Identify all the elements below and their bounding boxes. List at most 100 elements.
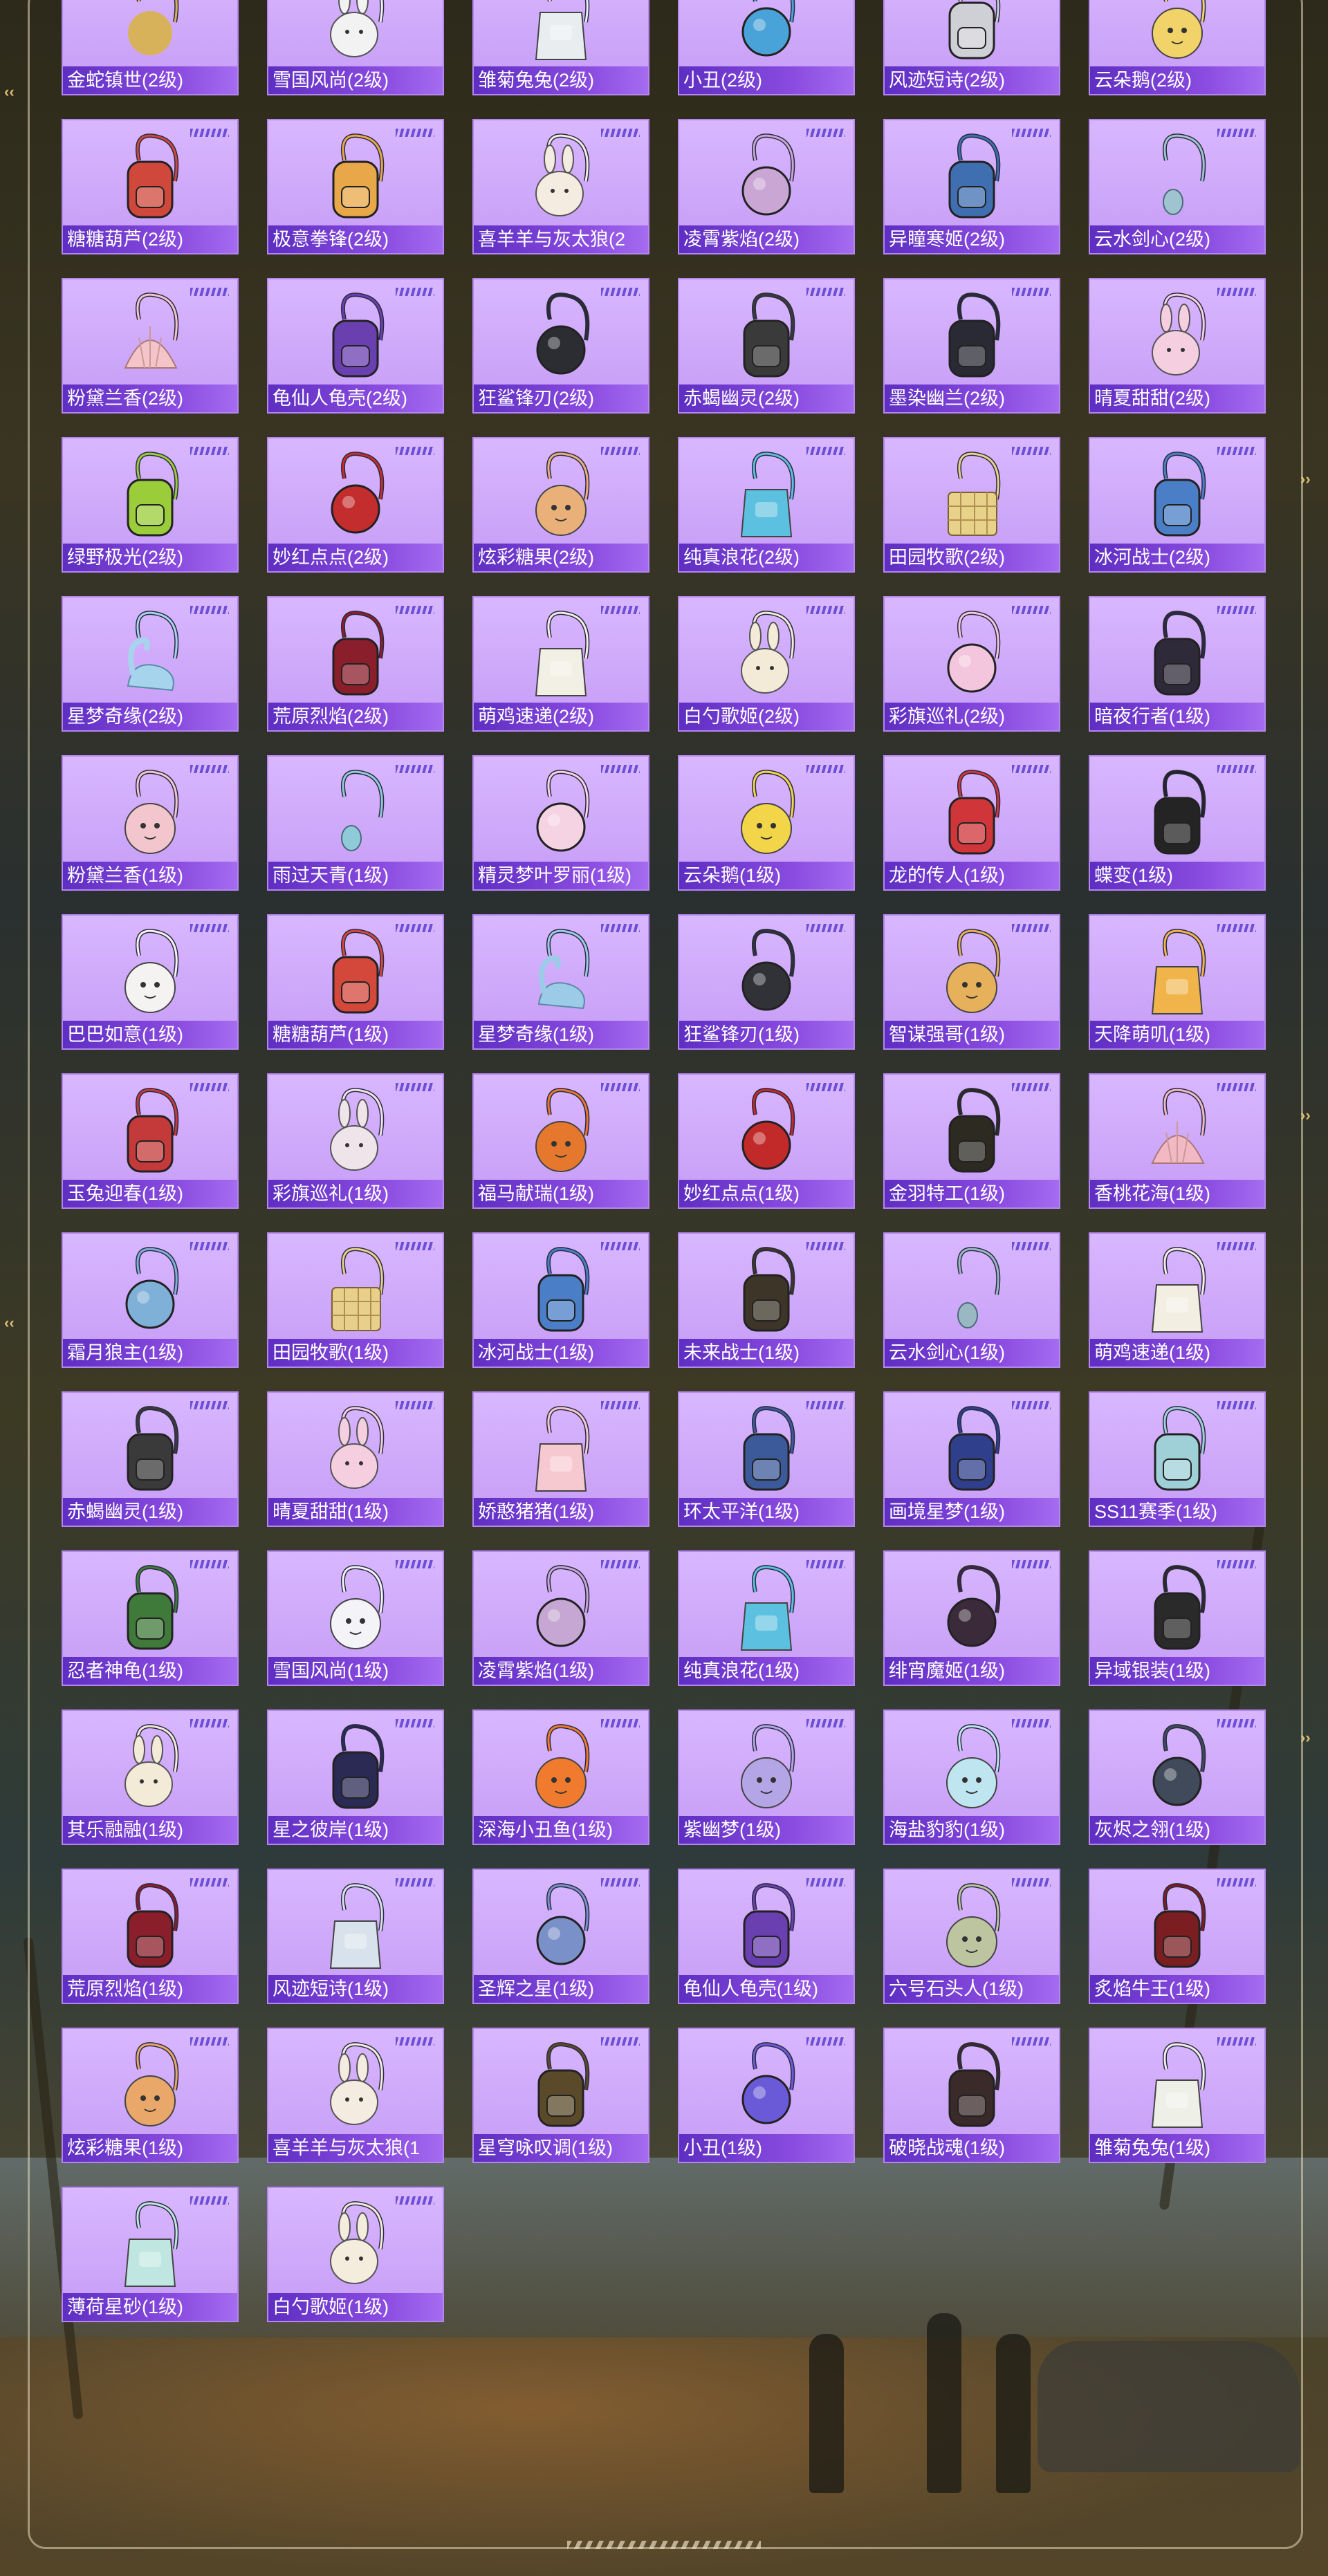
backpack-card[interactable]: 龙的传人(1级) — [883, 755, 1060, 891]
backpack-card[interactable]: 薄荷星砂(1级) — [62, 2187, 239, 2322]
backpack-card[interactable]: 星之彼岸(1级) — [267, 1709, 444, 1845]
backpack-card[interactable]: 云朵鹅(1级) — [678, 755, 855, 891]
backpack-card[interactable]: 纯真浪花(2级) — [678, 437, 855, 573]
backpack-card[interactable]: 画境星梦(1级) — [883, 1391, 1060, 1527]
backpack-icon — [127, 611, 179, 692]
backpack-card[interactable]: 破晓战魂(1级) — [883, 2028, 1060, 2163]
backpack-card[interactable]: 荒原烈焰(2级) — [267, 596, 444, 732]
backpack-card[interactable]: 炫彩糖果(1级) — [62, 2028, 239, 2163]
backpack-card[interactable]: 金蛇镇世(2级) — [62, 0, 239, 95]
card-stripe-decor — [1217, 1560, 1256, 1568]
backpack-card[interactable]: 云水剑心(1级) — [883, 1232, 1060, 1368]
backpack-card[interactable]: 冰河战士(1级) — [472, 1232, 649, 1368]
backpack-card[interactable]: 风迹短诗(2级) — [883, 0, 1060, 95]
backpack-icon — [1151, 929, 1206, 1014]
backpack-name: 雏菊兔兔(2级) — [474, 66, 648, 94]
backpack-card[interactable]: 云水剑心(2级) — [1089, 119, 1266, 254]
backpack-name: 深海小丑鱼(1级) — [474, 1816, 648, 1844]
backpack-icon — [1162, 133, 1206, 215]
backpack-card[interactable]: 雏菊兔兔(2级) — [472, 0, 649, 95]
backpack-card[interactable]: 玉兔迎春(1级) — [62, 1073, 239, 1209]
backpack-card[interactable]: 凌霄紫焰(1级) — [472, 1550, 649, 1686]
backpack-card[interactable]: 晴夏甜甜(1级) — [267, 1391, 444, 1527]
backpack-name: 荒原烈焰(2级) — [268, 703, 443, 730]
backpack-card[interactable]: 彩旗巡礼(2级) — [883, 596, 1060, 732]
backpack-card[interactable]: 纯真浪花(1级) — [678, 1550, 855, 1686]
backpack-card[interactable]: 暗夜行者(1级) — [1089, 596, 1266, 732]
backpack-card[interactable]: 妙红点点(1级) — [678, 1073, 855, 1209]
backpack-card[interactable]: SS11赛季(1级) — [1089, 1391, 1266, 1527]
backpack-card[interactable]: 忍者神龟(1级) — [62, 1550, 239, 1686]
backpack-card[interactable]: 星穹咏叹调(1级) — [472, 2028, 649, 2163]
backpack-card[interactable]: 智谋强哥(1级) — [883, 914, 1060, 1050]
backpack-card[interactable]: 萌鸡速递(1级) — [1089, 1232, 1266, 1368]
backpack-card[interactable]: 糖糖葫芦(2级) — [62, 119, 239, 254]
backpack-card[interactable]: 龟仙人龟壳(1级) — [678, 1869, 855, 2004]
backpack-card[interactable]: 炙焰牛王(1级) — [1089, 1869, 1266, 2004]
backpack-card[interactable]: 炫彩糖果(2级) — [472, 437, 649, 573]
backpack-card[interactable]: 小丑(1级) — [678, 2028, 855, 2163]
backpack-card[interactable]: 萌鸡速递(2级) — [472, 596, 649, 732]
backpack-icon — [741, 770, 795, 854]
backpack-name: 小丑(2级) — [679, 66, 854, 94]
backpack-card[interactable]: 赤蝎幽灵(2级) — [678, 278, 855, 414]
backpack-card[interactable]: 妙红点点(2级) — [267, 437, 444, 573]
backpack-card[interactable]: 极意拳锋(2级) — [267, 119, 444, 254]
backpack-card[interactable]: 巴巴如意(1级) — [62, 914, 239, 1050]
backpack-name: 未来战士(1级) — [679, 1339, 854, 1366]
backpack-card[interactable]: 蝶变(1级) — [1089, 755, 1266, 891]
backpack-card[interactable]: 粉黛兰香(2级) — [62, 278, 239, 414]
card-stripe-decor — [1012, 1878, 1051, 1887]
backpack-name: 精灵梦叶罗丽(1级) — [474, 862, 648, 889]
backpack-card[interactable]: 香桃花海(1级) — [1089, 1073, 1266, 1209]
backpack-card[interactable]: 彩旗巡礼(1级) — [267, 1073, 444, 1209]
backpack-card[interactable]: 雪国风尚(2级) — [267, 0, 444, 95]
backpack-card[interactable]: 绿野极光(2级) — [62, 437, 239, 573]
backpack-card[interactable]: 六号石头人(1级) — [883, 1869, 1060, 2004]
backpack-card[interactable]: 风迹短诗(1级) — [267, 1869, 444, 2004]
backpack-card[interactable]: 圣辉之星(1级) — [472, 1869, 649, 2004]
backpack-card[interactable]: 海盐豹豹(1级) — [883, 1709, 1060, 1845]
backpack-card[interactable]: 雪国风尚(1级) — [267, 1550, 444, 1686]
backpack-card[interactable]: 绯宵魔姬(1级) — [883, 1550, 1060, 1686]
backpack-card[interactable]: 异域银装(1级) — [1089, 1550, 1266, 1686]
backpack-card[interactable]: 赤蝎幽灵(1级) — [62, 1391, 239, 1527]
backpack-card[interactable]: 荒原烈焰(1级) — [62, 1869, 239, 2004]
backpack-card[interactable]: 星梦奇缘(1级) — [472, 914, 649, 1050]
backpack-card[interactable]: 天降萌叽(1级) — [1089, 914, 1266, 1050]
backpack-card[interactable]: 娇憨猪猪(1级) — [472, 1391, 649, 1527]
backpack-card[interactable]: 紫幽梦(1级) — [678, 1709, 855, 1845]
backpack-card[interactable]: 喜羊羊与灰太狼(2 — [472, 119, 649, 254]
backpack-card[interactable]: 凌霄紫焰(2级) — [678, 119, 855, 254]
backpack-card[interactable]: 灰烬之翎(1级) — [1089, 1709, 1266, 1845]
backpack-card[interactable]: 环太平洋(1级) — [678, 1391, 855, 1527]
backpack-card[interactable]: 其乐融融(1级) — [62, 1709, 239, 1845]
backpack-card[interactable]: 福马献瑞(1级) — [472, 1073, 649, 1209]
backpack-card[interactable]: 小丑(2级) — [678, 0, 855, 95]
backpack-card[interactable]: 精灵梦叶罗丽(1级) — [472, 755, 649, 891]
card-stripe-decor — [1217, 606, 1256, 614]
backpack-card[interactable]: 狂鲨锋刃(1级) — [678, 914, 855, 1050]
backpack-card[interactable]: 喜羊羊与灰太狼(1 — [267, 2028, 444, 2163]
backpack-card[interactable]: 白勺歌姬(2级) — [678, 596, 855, 732]
backpack-card[interactable]: 墨染幽兰(2级) — [883, 278, 1060, 414]
backpack-card[interactable]: 糖糖葫芦(1级) — [267, 914, 444, 1050]
backpack-card[interactable]: 田园牧歌(2级) — [883, 437, 1060, 573]
backpack-card[interactable]: 晴夏甜甜(2级) — [1089, 278, 1266, 414]
backpack-card[interactable]: 粉黛兰香(1级) — [62, 755, 239, 891]
backpack-card[interactable]: 龟仙人龟壳(2级) — [267, 278, 444, 414]
backpack-card[interactable]: 田园牧歌(1级) — [267, 1232, 444, 1368]
backpack-card[interactable]: 狂鲨锋刃(2级) — [472, 278, 649, 414]
backpack-card[interactable]: 雏菊兔兔(1级) — [1089, 2028, 1266, 2163]
backpack-card[interactable]: 未来战士(1级) — [678, 1232, 855, 1368]
backpack-card[interactable]: 云朵鹅(2级) — [1089, 0, 1266, 95]
backpack-card[interactable]: 雨过天青(1级) — [267, 755, 444, 891]
backpack-card[interactable]: 冰河战士(2级) — [1089, 437, 1266, 573]
backpack-card[interactable]: 霜月狼主(1级) — [62, 1232, 239, 1368]
card-stripe-decor — [1217, 447, 1256, 455]
backpack-card[interactable]: 金羽特工(1级) — [883, 1073, 1060, 1209]
backpack-card[interactable]: 星梦奇缘(2级) — [62, 596, 239, 732]
backpack-card[interactable]: 白勺歌姬(1级) — [267, 2187, 444, 2322]
backpack-card[interactable]: 深海小丑鱼(1级) — [472, 1709, 649, 1845]
backpack-card[interactable]: 异瞳寒姬(2级) — [883, 119, 1060, 254]
